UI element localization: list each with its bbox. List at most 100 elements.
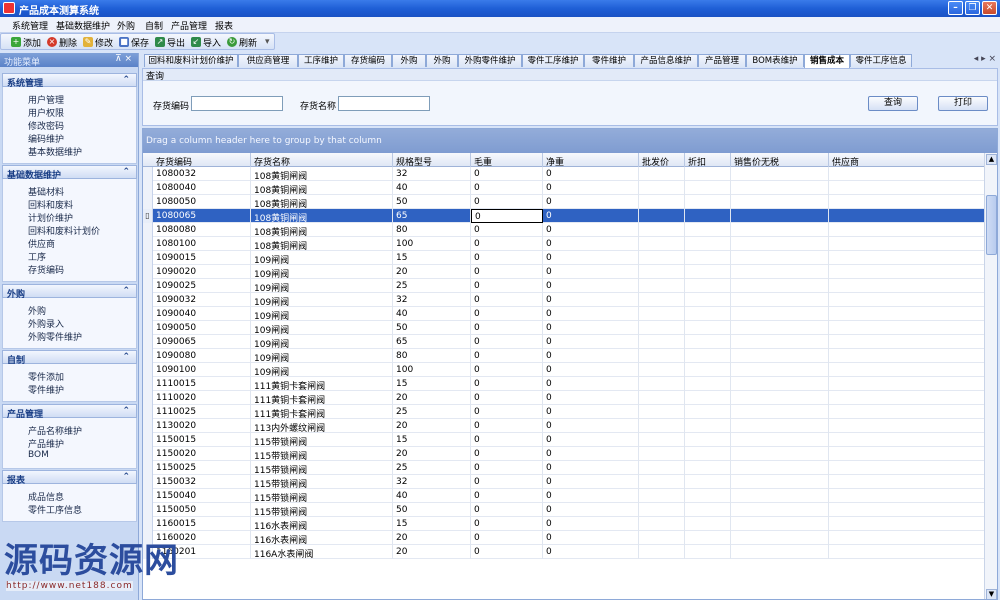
table-cell[interactable]: 20 (393, 545, 471, 559)
table-cell[interactable] (829, 503, 985, 517)
table-row[interactable]: 1090025 109闸阀 25 0 0 (143, 279, 985, 294)
table-cell[interactable]: 100 (393, 237, 471, 251)
row-indicator[interactable] (143, 195, 153, 209)
table-cell[interactable]: 113内外螺纹闸阀 (251, 419, 393, 434)
table-cell[interactable]: 0 (471, 293, 543, 307)
table-cell[interactable] (639, 223, 685, 237)
table-cell[interactable]: 15 (393, 251, 471, 265)
table-cell[interactable]: 20 (393, 391, 471, 405)
table-cell[interactable] (685, 545, 731, 559)
table-cell[interactable] (685, 181, 731, 195)
table-cell[interactable]: 109闸阀 (251, 265, 393, 280)
table-cell[interactable] (639, 489, 685, 503)
column-header[interactable]: 供应商 (829, 153, 985, 168)
sidebar-item[interactable]: 用户权限 (28, 106, 64, 119)
table-cell[interactable] (829, 349, 985, 363)
sidebar-item[interactable]: 成品信息 (28, 490, 64, 503)
sidebar-item[interactable]: 外购录入 (28, 317, 64, 330)
table-cell[interactable]: 115带锁闸阀 (251, 475, 393, 490)
sidebar-item[interactable]: 用户管理 (28, 93, 64, 106)
edit-button[interactable]: ✎ 修改 (83, 36, 113, 49)
table-cell[interactable] (829, 489, 985, 503)
table-cell[interactable] (685, 377, 731, 391)
table-cell[interactable] (731, 503, 829, 517)
table-cell[interactable]: 0 (543, 363, 639, 377)
table-cell[interactable] (685, 307, 731, 321)
refresh-button[interactable]: ↻ 刷新 (227, 36, 257, 49)
table-cell[interactable] (731, 405, 829, 419)
table-cell[interactable]: 0 (543, 181, 639, 195)
table-cell[interactable] (685, 265, 731, 279)
table-cell[interactable] (731, 419, 829, 433)
table-cell[interactable] (639, 279, 685, 293)
table-cell[interactable] (685, 531, 731, 545)
table-cell[interactable]: 0 (543, 475, 639, 489)
table-cell[interactable]: 108黄铜闸阀 (251, 209, 393, 224)
table-cell[interactable]: 0 (471, 167, 543, 181)
row-indicator[interactable] (143, 405, 153, 419)
collapse-chevron-icon[interactable]: ⌃ (122, 286, 130, 296)
table-row[interactable]: 1090032 109闸阀 32 0 0 (143, 293, 985, 308)
pin-icon[interactable]: ⊼ × (115, 54, 132, 64)
table-cell[interactable]: 0 (543, 489, 639, 503)
table-cell[interactable]: 0 (543, 531, 639, 545)
table-cell[interactable] (639, 391, 685, 405)
table-cell[interactable] (685, 251, 731, 265)
table-cell[interactable]: 1110015 (153, 377, 251, 391)
table-cell[interactable]: 109闸阀 (251, 251, 393, 266)
collapse-chevron-icon[interactable]: ⌃ (122, 472, 130, 482)
table-cell[interactable]: 1150032 (153, 475, 251, 489)
table-cell[interactable]: 50 (393, 195, 471, 209)
table-row[interactable]: 1110015 111黄铜卡套闸阀 15 0 0 (143, 377, 985, 392)
table-cell[interactable] (685, 293, 731, 307)
table-cell[interactable] (731, 349, 829, 363)
table-cell[interactable] (685, 391, 731, 405)
sidebar-item[interactable]: 外购 (28, 304, 46, 317)
table-cell[interactable] (829, 517, 985, 531)
table-cell[interactable]: 0 (471, 363, 543, 377)
table-row[interactable]: 1150015 115带锁闸阀 15 0 0 (143, 433, 985, 448)
table-cell[interactable]: 0 (543, 335, 639, 349)
table-row[interactable]: 1160020 116水表闸阀 20 0 0 (143, 531, 985, 546)
table-cell[interactable]: 15 (393, 377, 471, 391)
table-cell[interactable]: 1150050 (153, 503, 251, 517)
table-cell[interactable]: 0 (543, 377, 639, 391)
table-cell[interactable]: 0 (471, 461, 543, 475)
table-row[interactable]: 1080040 108黄铜闸阀 40 0 0 (143, 181, 985, 196)
table-cell[interactable] (639, 349, 685, 363)
table-cell[interactable] (639, 363, 685, 377)
table-cell[interactable]: 0 (543, 391, 639, 405)
table-cell[interactable] (731, 181, 829, 195)
table-cell[interactable]: 20 (393, 265, 471, 279)
table-cell[interactable]: 1090040 (153, 307, 251, 321)
table-cell[interactable] (685, 195, 731, 209)
column-header[interactable]: 销售价无税 (731, 153, 829, 168)
table-cell[interactable] (639, 293, 685, 307)
row-indicator[interactable] (143, 489, 153, 503)
table-cell[interactable] (731, 489, 829, 503)
table-cell[interactable] (685, 167, 731, 181)
sidebar-item[interactable]: 基本数据维护 (28, 145, 82, 158)
table-row[interactable]: 1150020 115带锁闸阀 20 0 0 (143, 447, 985, 462)
table-cell[interactable]: 25 (393, 461, 471, 475)
table-cell[interactable]: 115带锁闸阀 (251, 503, 393, 518)
table-cell[interactable] (829, 391, 985, 405)
sidebar-item[interactable]: BOM (28, 450, 49, 460)
table-cell[interactable] (731, 293, 829, 307)
table-row[interactable]: 1090020 109闸阀 20 0 0 (143, 265, 985, 280)
table-cell[interactable]: 32 (393, 475, 471, 489)
table-cell[interactable] (829, 461, 985, 475)
collapse-chevron-icon[interactable]: ⌃ (122, 352, 130, 362)
table-cell[interactable] (731, 307, 829, 321)
table-cell[interactable]: 0 (471, 195, 543, 209)
table-cell[interactable] (829, 251, 985, 265)
table-cell[interactable]: 25 (393, 405, 471, 419)
table-cell[interactable] (639, 181, 685, 195)
table-cell[interactable]: 108黄铜闸阀 (251, 181, 393, 196)
sidebar-item[interactable]: 零件维护 (28, 383, 64, 396)
table-cell[interactable]: 109闸阀 (251, 349, 393, 364)
row-indicator[interactable]: ▯ (143, 209, 153, 223)
table-cell[interactable] (639, 419, 685, 433)
row-indicator[interactable] (143, 223, 153, 237)
table-cell[interactable]: 1090065 (153, 335, 251, 349)
